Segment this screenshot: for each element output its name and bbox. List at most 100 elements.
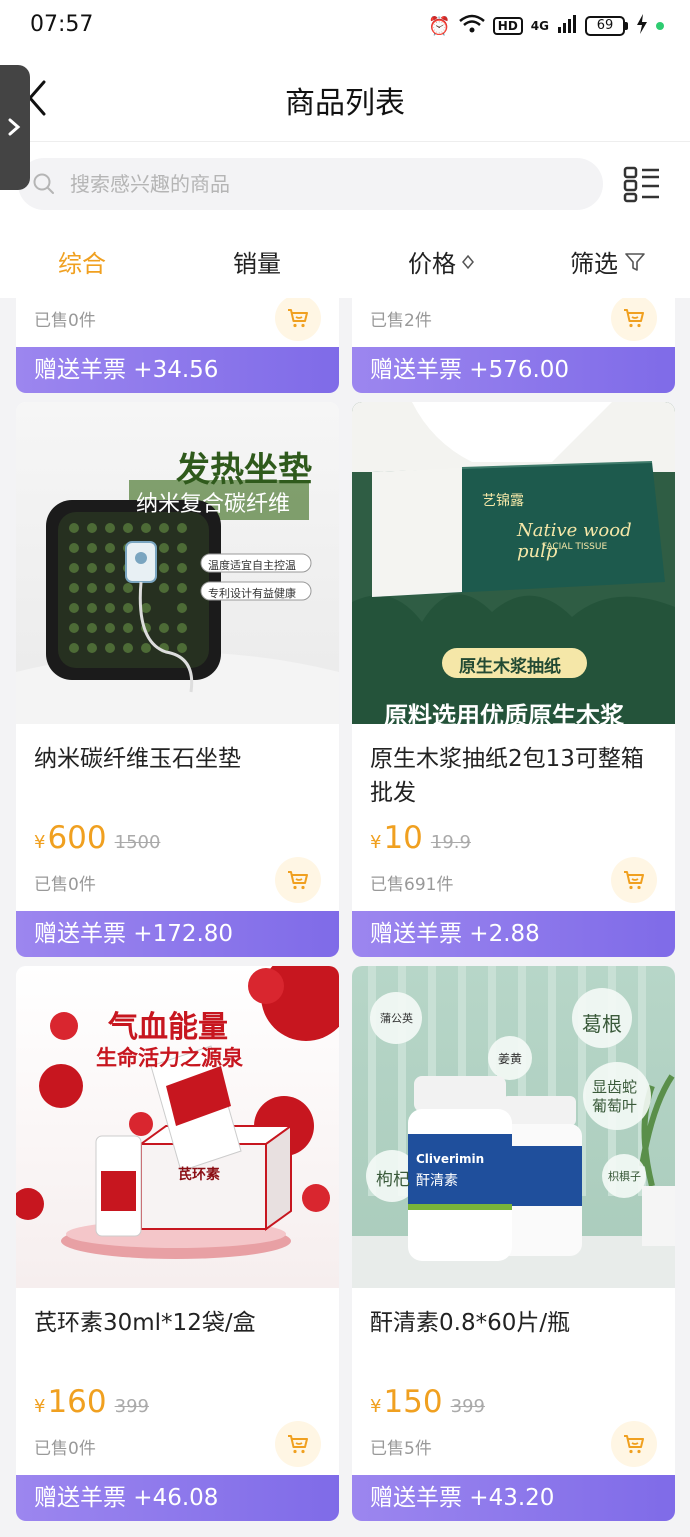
cart-icon (624, 309, 644, 328)
product-card[interactable]: 已售0件 赠送羊票 +34.56 (16, 298, 339, 393)
image-badge: 原生木浆抽纸 (459, 657, 561, 677)
currency-symbol: ¥ (34, 1396, 46, 1417)
product-title: 酐清素0.8*60片/瓶 (370, 1310, 571, 1336)
product-card[interactable]: 蒲公英 姜黄 葛根 显齿蛇葡萄叶 枸杞 枳椇子 Cliverimin 酐清素 酐… (352, 966, 675, 1521)
image-box-label: 芪环素 (178, 1167, 220, 1183)
page-title: 商品列表 (285, 86, 405, 121)
image-facial-label: FACIAL TISSUE (542, 542, 608, 552)
add-to-cart-button[interactable] (275, 298, 321, 341)
currency-symbol: ¥ (34, 832, 46, 853)
image-headline: 发热坐垫 (176, 450, 312, 490)
price: 600 (47, 820, 107, 856)
privacy-dot (656, 22, 664, 30)
image-herb-label: 显齿蛇葡萄叶 (592, 1078, 638, 1115)
cart-icon (288, 1435, 308, 1454)
product-card[interactable]: 已售2件 赠送羊票 +576.00 (352, 298, 675, 393)
tab-label: 销量 (233, 250, 281, 278)
tab-comprehensive[interactable]: 综合 (58, 244, 106, 279)
image-herb-label: 枳椇子 (608, 1170, 641, 1183)
layout-toggle-button[interactable] (622, 164, 662, 204)
chevron-right-icon (8, 118, 21, 136)
tab-price[interactable]: 价格 (408, 244, 474, 279)
filter-icon (625, 252, 645, 271)
charging-icon (636, 13, 648, 39)
original-price: 399 (114, 1396, 149, 1417)
image-brand: 艺锦露 (482, 493, 524, 509)
currency-symbol: ¥ (370, 1396, 382, 1417)
image-bottom-text: 原料选用优质原生木浆 (384, 702, 624, 724)
tab-sales[interactable]: 销量 (233, 244, 281, 279)
add-to-cart-button[interactable] (275, 857, 321, 903)
tab-filter[interactable]: 筛选 (570, 244, 646, 279)
image-herb-label: 枸杞 (376, 1170, 410, 1190)
tab-label: 综合 (58, 250, 106, 278)
cart-icon (624, 871, 644, 890)
product-list: 已售0件 赠送羊票 +34.56 已售2件 赠送羊票 +576.00 发热坐垫 … (0, 298, 690, 1537)
sort-bar: 综合 销量 价格 筛选 (0, 228, 690, 298)
sold-count: 已售691件 (370, 875, 454, 895)
image-herb-label: 葛根 (582, 1012, 622, 1036)
image-tag: 温度适宜自主控温 (208, 559, 296, 572)
image-script: Native wood pulp (517, 520, 632, 562)
sold-count: 已售0件 (34, 875, 96, 895)
product-image[interactable]: 艺锦露 Native wood pulp FACIAL TISSUE 原生木浆抽… (352, 402, 675, 724)
search-row (0, 142, 690, 228)
product-card[interactable]: 发热坐垫 纳米复合碳纤维 温度适宜自主控温 专利设计有益健康 纳米碳纤维玉石坐垫… (16, 402, 339, 957)
sold-count: 已售0件 (34, 311, 96, 331)
sold-count: 已售0件 (34, 1439, 96, 1459)
cart-icon (624, 1435, 644, 1454)
search-input[interactable] (70, 158, 590, 210)
add-to-cart-button[interactable] (275, 1421, 321, 1467)
image-bottle-label: Cliverimin (416, 1152, 485, 1166)
reward-bar: 赠送羊票 +576.00 (352, 347, 675, 393)
add-to-cart-button[interactable] (611, 298, 657, 341)
image-subtitle: 纳米复合碳纤维 (136, 492, 291, 517)
alarm-icon: ⏰ (428, 15, 451, 37)
add-to-cart-button[interactable] (611, 857, 657, 903)
image-subtitle: 生命活力之源泉 (96, 1046, 243, 1070)
reward-bar: 赠送羊票 +172.80 (16, 911, 339, 957)
cart-icon (288, 309, 308, 328)
reward-bar: 赠送羊票 +46.08 (16, 1475, 339, 1521)
image-bottle-label-cn: 酐清素 (416, 1173, 458, 1189)
status-time: 07:57 (30, 12, 94, 37)
product-image[interactable]: 气血能量 生命活力之源泉 芪环素 (16, 966, 339, 1288)
price-row: ¥ 160 399 (34, 1384, 149, 1420)
product-image[interactable]: 发热坐垫 纳米复合碳纤维 温度适宜自主控温 专利设计有益健康 (16, 402, 339, 724)
image-tag: 专利设计有益健康 (208, 587, 296, 600)
hd-icon: HD (492, 17, 523, 35)
price: 10 (383, 820, 423, 856)
add-to-cart-button[interactable] (611, 1421, 657, 1467)
reward-bar: 赠送羊票 +34.56 (16, 347, 339, 393)
reward-bar: 赠送羊票 +2.88 (352, 911, 675, 957)
battery-icon: 69 (585, 16, 628, 36)
price-row: ¥ 10 19.9 (370, 820, 471, 856)
product-title: 纳米碳纤维玉石坐垫 (34, 746, 241, 772)
product-card[interactable]: 艺锦露 Native wood pulp FACIAL TISSUE 原生木浆抽… (352, 402, 675, 957)
list-view-icon (623, 166, 659, 203)
product-image[interactable]: 蒲公英 姜黄 葛根 显齿蛇葡萄叶 枸杞 枳椇子 Cliverimin 酐清素 (352, 966, 675, 1288)
original-price: 19.9 (430, 832, 471, 853)
price: 150 (383, 1384, 443, 1420)
app-header: 商品列表 (0, 52, 690, 142)
tab-label: 价格 (408, 250, 456, 278)
original-price: 1500 (114, 832, 161, 853)
product-title: 原生木浆抽纸2包13可整箱批发 (370, 746, 644, 806)
cart-icon (288, 871, 308, 890)
sold-count: 已售2件 (370, 311, 432, 331)
search-box[interactable] (18, 158, 603, 210)
floating-side-handle[interactable] (0, 65, 30, 190)
price-row: ¥ 150 399 (370, 1384, 485, 1420)
product-title: 芪环素30ml*12袋/盒 (34, 1310, 256, 1336)
wifi-icon (458, 14, 485, 39)
network-label: 4G (530, 19, 549, 33)
status-icons: ⏰ HD 4G 69 (428, 12, 664, 40)
battery-level: 69 (585, 16, 625, 36)
product-card[interactable]: 气血能量 生命活力之源泉 芪环素 芪环素30ml*12袋/盒 ¥ 160 399… (16, 966, 339, 1521)
image-herb-label: 姜黄 (498, 1052, 523, 1066)
price-row: ¥ 600 1500 (34, 820, 160, 856)
image-headline: 气血能量 (108, 1010, 228, 1045)
original-price: 399 (450, 1396, 485, 1417)
status-bar: 07:57 ⏰ HD 4G 69 (0, 0, 690, 52)
price: 160 (47, 1384, 107, 1420)
